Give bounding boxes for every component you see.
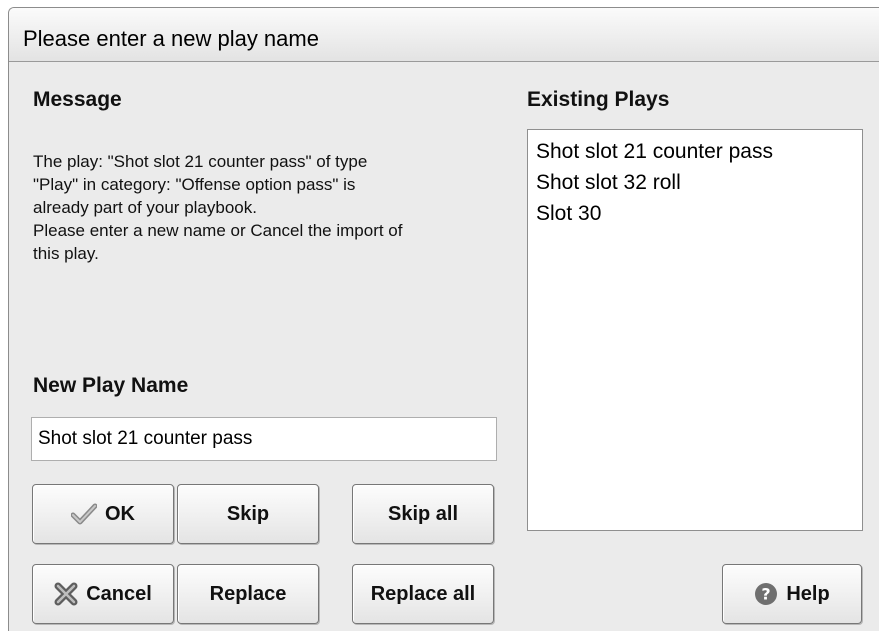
list-item[interactable]: Shot slot 32 roll [536,167,854,198]
replace-all-button-label: Replace all [370,582,476,605]
svg-text:?: ? [762,585,771,604]
skip-all-button-label: Skip all [387,502,459,525]
new-play-name-heading: New Play Name [33,374,189,397]
import-play-dialog: Please enter a new play name Message The… [8,7,879,631]
list-item[interactable]: Slot 30 [536,198,854,229]
help-button-label: Help [786,582,830,605]
replace-all-button[interactable]: Replace all [352,564,494,624]
skip-button-label: Skip [226,502,270,525]
replace-button[interactable]: Replace [177,564,319,624]
skip-all-button[interactable]: Skip all [352,484,494,544]
message-text: The play: "Shot slot 21 counter pass" of… [33,152,403,263]
ok-button-label: OK [105,502,135,525]
replace-button-label: Replace [209,582,287,605]
existing-plays-list[interactable]: Shot slot 21 counter pass Shot slot 32 r… [527,129,863,531]
existing-plays-heading: Existing Plays [527,88,670,111]
list-item[interactable]: Shot slot 21 counter pass [536,136,854,167]
help-button[interactable]: ? Help [722,564,862,624]
cancel-button[interactable]: Cancel [32,564,174,624]
new-play-name-input[interactable] [31,417,497,461]
skip-button[interactable]: Skip [177,484,319,544]
dialog-title: Please enter a new play name [23,26,319,51]
checkmark-icon [71,503,97,525]
x-icon [54,582,78,606]
question-icon: ? [754,582,778,606]
message-heading: Message [33,88,122,111]
dialog-titlebar[interactable]: Please enter a new play name [9,8,879,62]
cancel-button-label: Cancel [86,582,152,605]
ok-button[interactable]: OK [32,484,174,544]
